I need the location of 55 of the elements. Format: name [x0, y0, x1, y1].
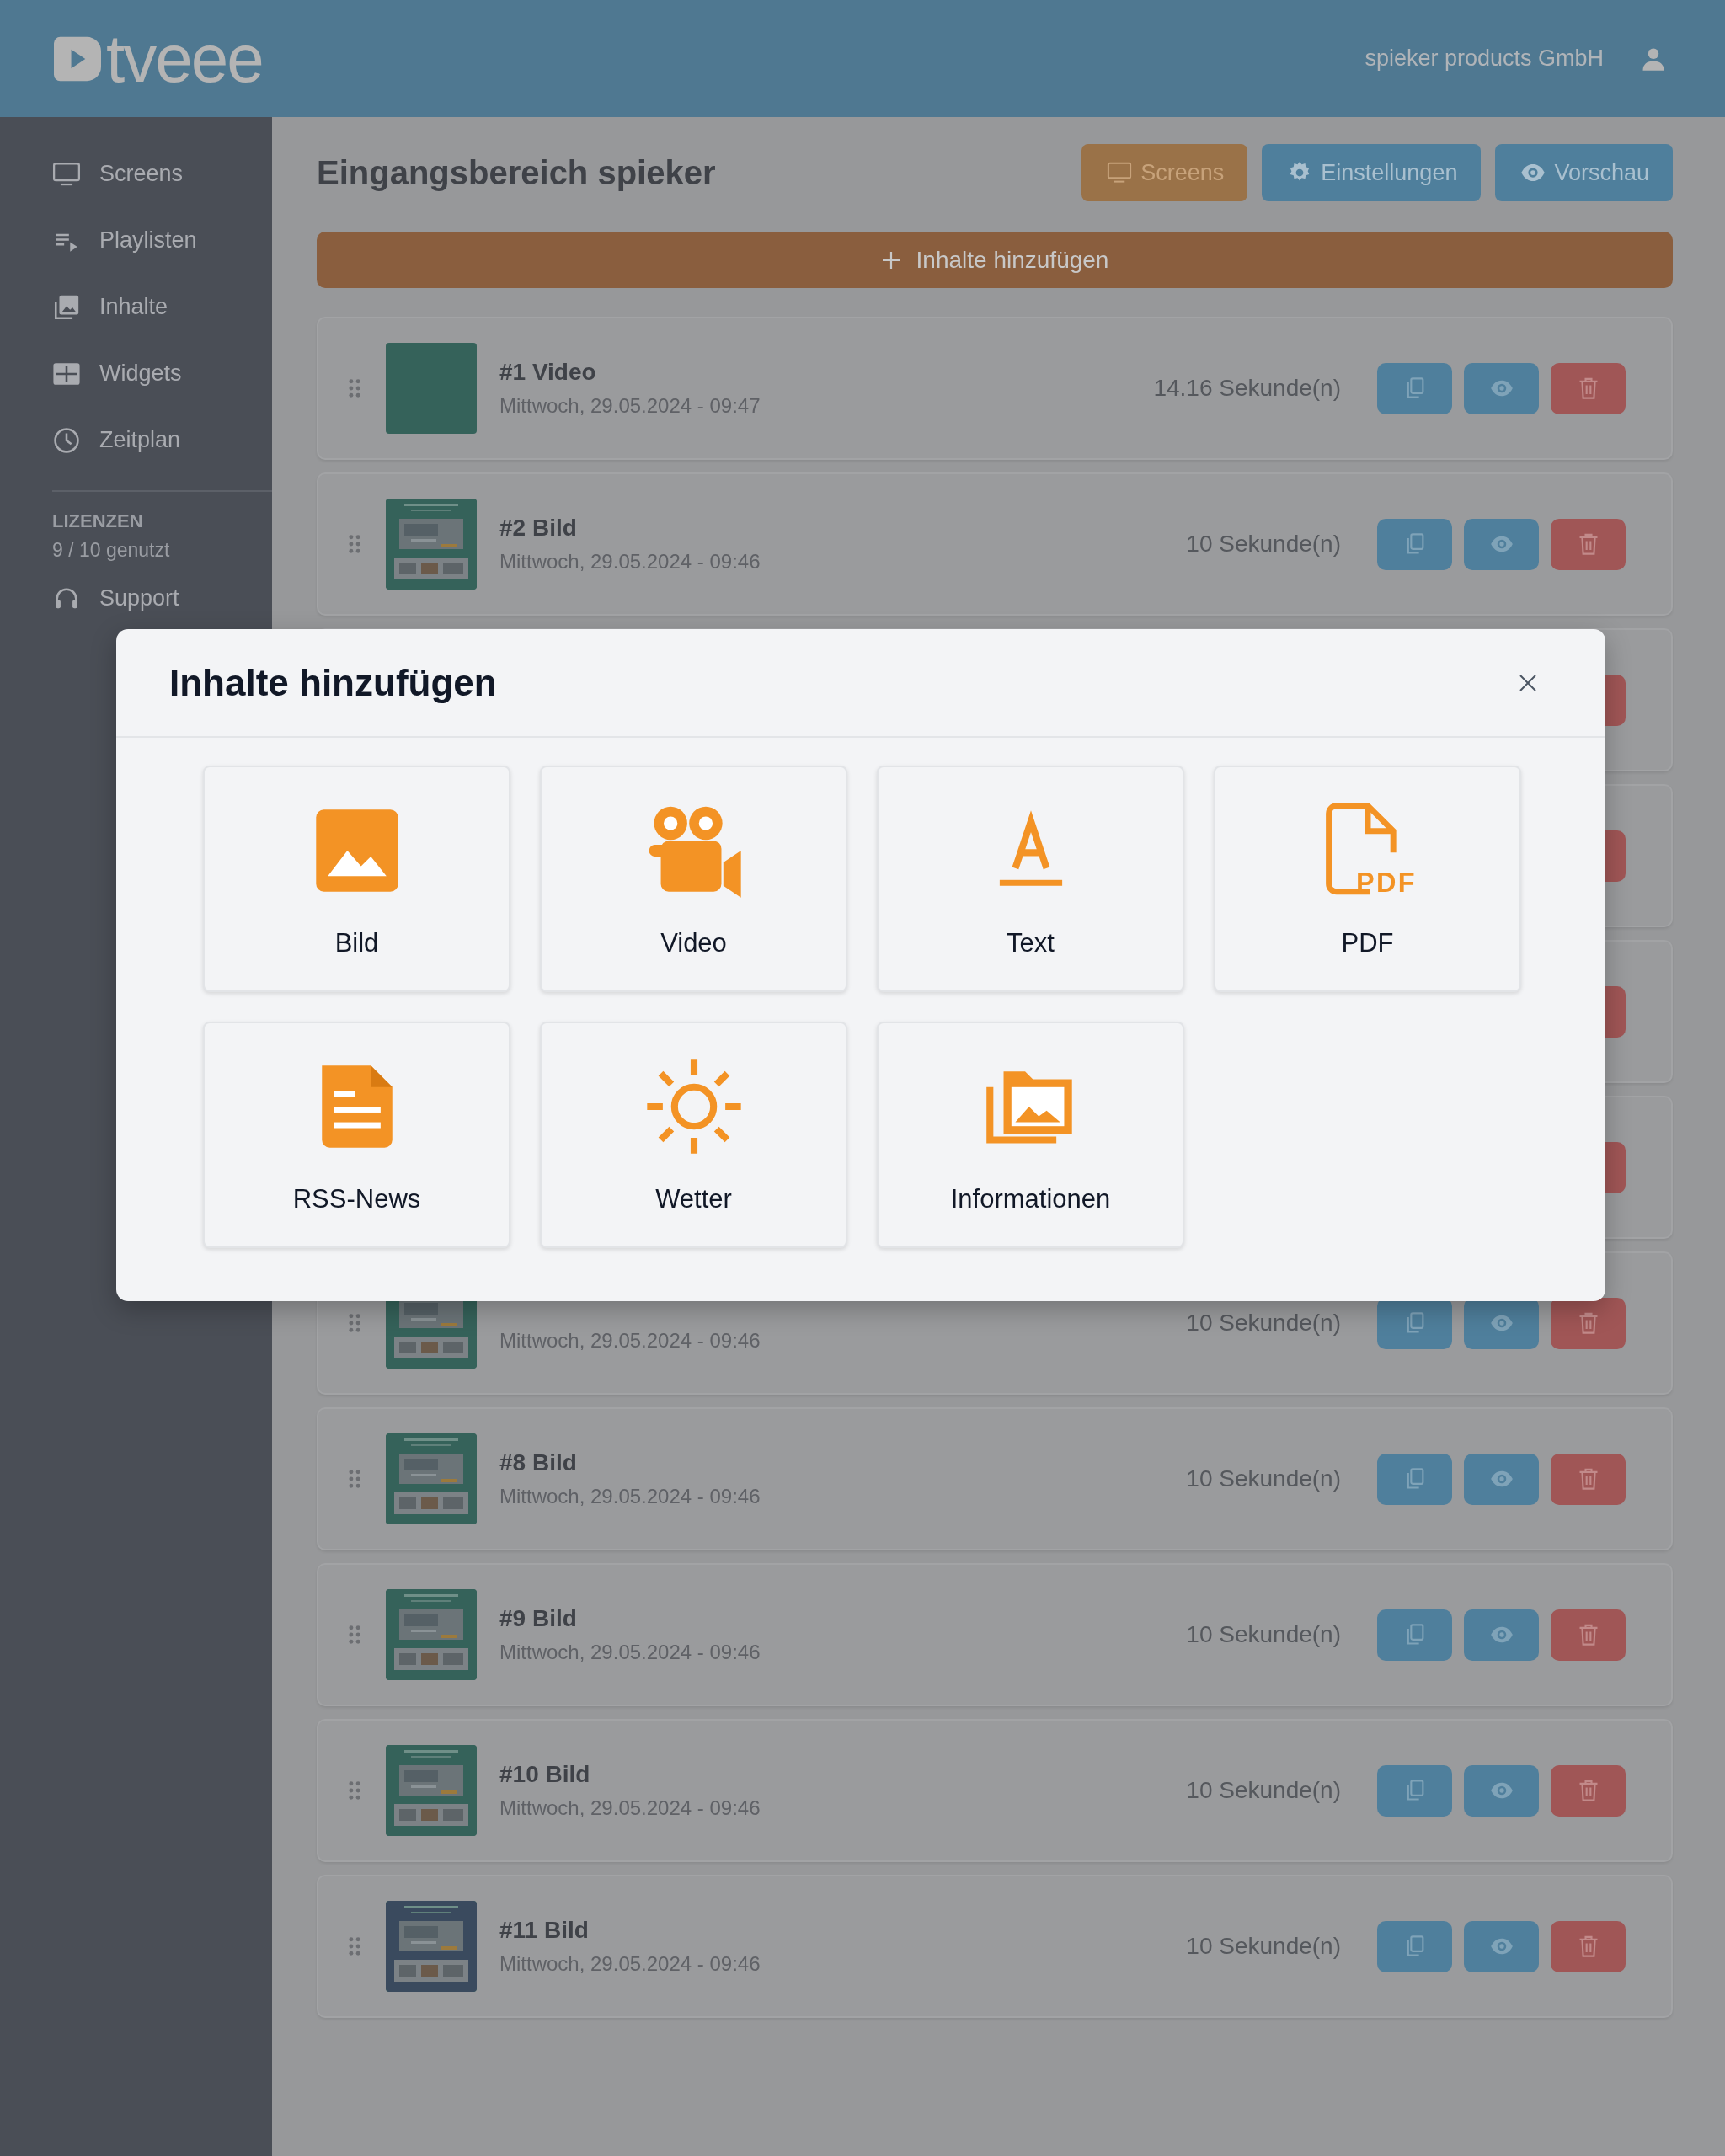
item-date: Mittwoch, 29.05.2024 - 09:46: [499, 550, 761, 574]
drag-handle-icon[interactable]: [349, 1781, 360, 1800]
preview-button[interactable]: Vorschau: [1495, 144, 1673, 201]
item-date: Mittwoch, 29.05.2024 - 09:47: [499, 394, 761, 418]
item-duration: 10 Sekunde(n): [1186, 1465, 1341, 1492]
item-title: #10 Bild: [499, 1761, 591, 1788]
nav-item[interactable]: Inhalte: [52, 274, 272, 340]
item-date: Mittwoch, 29.05.2024 - 09:46: [499, 1796, 761, 1820]
item-title: #8 Bild: [499, 1449, 578, 1476]
settings-button[interactable]: Einstellungen: [1262, 144, 1482, 201]
plus-icon: [880, 249, 901, 270]
content-type-tile[interactable]: Video: [540, 766, 847, 992]
item-title: #1 Video: [499, 359, 597, 386]
delete-button[interactable]: [1551, 1297, 1626, 1349]
drag-handle-icon[interactable]: [349, 1470, 360, 1488]
play-logo-icon: [54, 35, 101, 82]
item-date: Mittwoch, 29.05.2024 - 09:46: [499, 1952, 761, 1976]
clock-icon: [52, 425, 81, 455]
drag-handle-icon[interactable]: [349, 1625, 360, 1644]
page-title: Eingangsbereich spieker: [317, 153, 716, 192]
nav-item[interactable]: Support: [52, 565, 272, 632]
nav-item[interactable]: Widgets: [52, 340, 272, 407]
licenses-usage: 9 / 10 genutzt: [52, 539, 171, 562]
close-icon: [1518, 672, 1538, 693]
content-type-tile[interactable]: Informationen: [877, 1022, 1184, 1248]
content-type-tile[interactable]: RSS-News: [203, 1022, 510, 1248]
drag-handle-icon[interactable]: [349, 1937, 360, 1956]
drag-handle-icon[interactable]: [349, 379, 360, 398]
drag-handle-icon[interactable]: [349, 535, 360, 553]
licenses-heading: LIZENZEN: [52, 510, 144, 532]
item-duration: 10 Sekunde(n): [1186, 531, 1341, 558]
logo-text: tveee: [106, 24, 263, 93]
content-type-tile[interactable]: Bild: [203, 766, 510, 992]
item-duration: 14.16 Sekunde(n): [1153, 375, 1341, 402]
item-title: #9 Bild: [499, 1605, 578, 1632]
add-content-button[interactable]: Inhalte hinzufügen: [317, 232, 1673, 288]
item-duration: 10 Sekunde(n): [1186, 1933, 1341, 1960]
item-date: Mittwoch, 29.05.2024 - 09:46: [499, 1641, 761, 1664]
item-duration: 10 Sekunde(n): [1186, 1777, 1341, 1804]
item-date: Mittwoch, 29.05.2024 - 09:46: [499, 1485, 761, 1508]
nav-item[interactable]: Zeitplan: [52, 407, 272, 473]
account-name: spieker products GmbH: [1365, 45, 1604, 72]
content-type-tile[interactable]: PDF PDF: [1214, 766, 1521, 992]
drag-handle-icon[interactable]: [349, 1314, 360, 1332]
nav-item[interactable]: Screens: [52, 141, 272, 207]
dialog-title: Inhalte hinzufügen: [169, 661, 497, 704]
item-title: #2 Bild: [499, 515, 578, 542]
item-duration: 10 Sekunde(n): [1186, 1621, 1341, 1648]
sun-icon: [644, 1058, 743, 1155]
item-title: #11 Bild: [499, 1917, 590, 1944]
content-type-tile[interactable]: Text: [877, 766, 1184, 992]
item-date: Mittwoch, 29.05.2024 - 09:46: [499, 1329, 761, 1353]
content-type-tile[interactable]: Wetter: [540, 1022, 847, 1248]
item-duration: 10 Sekunde(n): [1186, 1310, 1341, 1337]
nav-item[interactable]: Playlisten: [52, 207, 272, 274]
